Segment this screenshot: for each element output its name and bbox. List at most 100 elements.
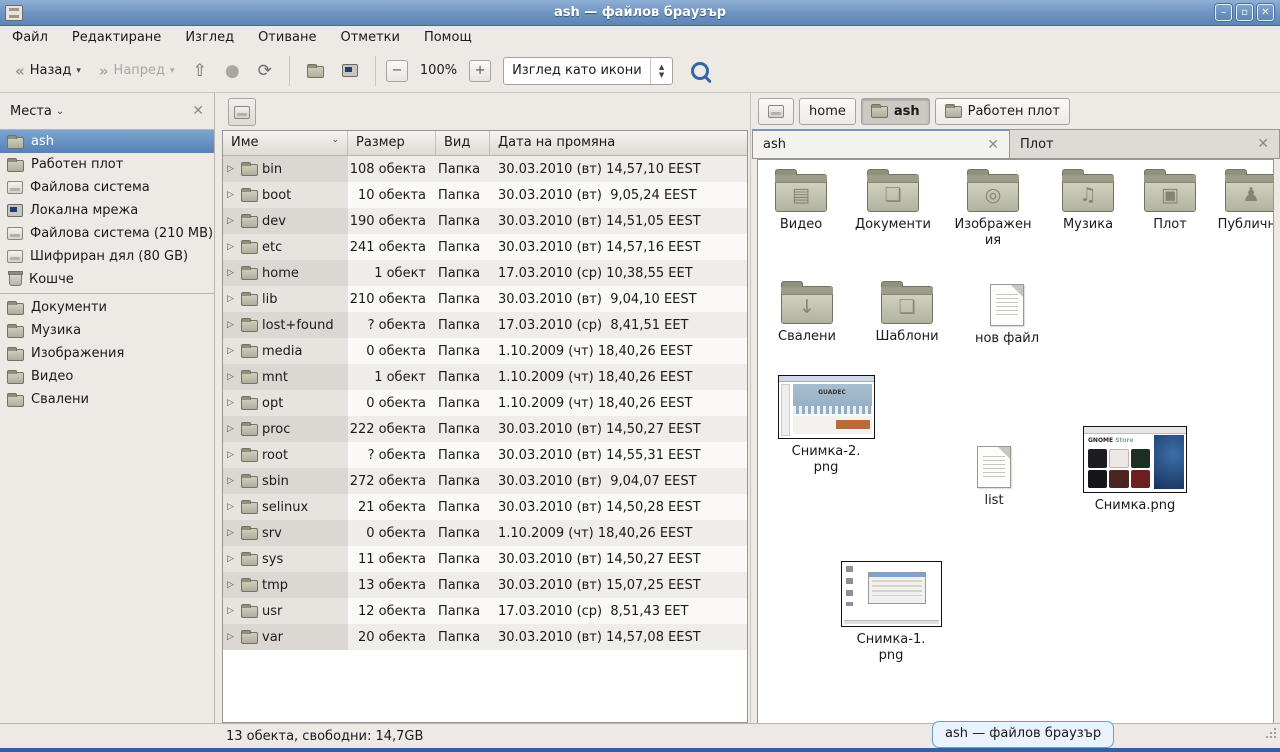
expander-icon[interactable]: ▷ [227, 372, 237, 382]
zoom-in-button[interactable]: + [469, 60, 491, 82]
file-item[interactable]: ♫Музика [1048, 168, 1128, 233]
resize-grip[interactable] [1264, 728, 1276, 740]
breadcrumb-button[interactable]: Работен плот [935, 98, 1070, 125]
expander-icon[interactable]: ▷ [227, 424, 237, 434]
taskbar-window-label[interactable]: ash — файлов браузър [932, 721, 1114, 748]
sidebar-title-dropdown-icon[interactable]: ⌄ [56, 106, 64, 117]
table-row[interactable]: ▷opt0 обектаПапка1.10.2009 (чт) 18,40,26… [223, 390, 747, 416]
menu-item[interactable]: Отметки [340, 30, 399, 45]
zoom-out-button[interactable]: − [386, 60, 408, 82]
column-header-modified[interactable]: Дата на промяна [490, 131, 747, 155]
table-row[interactable]: ▷dev190 обектаПапка30.03.2010 (вт) 14,51… [223, 208, 747, 234]
table-row[interactable]: ▷srv0 обектаПапка1.10.2009 (чт) 18,40,26… [223, 520, 747, 546]
sidebar-item[interactable]: Работен плот [0, 153, 214, 176]
icon-view[interactable]: ▤Видео❏Документи◎Изображен ия♫Музика▣Пло… [757, 159, 1274, 723]
back-button[interactable]: « Назад ▾ [8, 57, 88, 85]
column-header-size[interactable]: Размер [348, 131, 436, 155]
column-header-type[interactable]: Вид [436, 131, 490, 155]
table-row[interactable]: ▷lib210 обектаПапка30.03.2010 (вт) 9,04,… [223, 286, 747, 312]
expander-icon[interactable]: ▷ [227, 606, 237, 616]
file-item[interactable]: ▤Видео [764, 168, 838, 233]
table-row[interactable]: ▷selinux21 обектаПапка30.03.2010 (вт) 14… [223, 494, 747, 520]
view-mode-select[interactable]: Изглед като икони ▲▼ [503, 57, 673, 85]
menu-item[interactable]: Файл [12, 30, 48, 45]
back-dropdown-icon[interactable]: ▾ [76, 66, 81, 76]
sidebar-title[interactable]: Места [10, 104, 52, 119]
file-item[interactable]: GNOME StoreСнимка.png [1070, 426, 1200, 514]
expander-icon[interactable]: ▷ [227, 320, 237, 330]
sidebar-item[interactable]: ash [0, 130, 214, 153]
table-row[interactable]: ▷var20 обектаПапка30.03.2010 (вт) 14,57,… [223, 624, 747, 650]
breadcrumb-button[interactable] [758, 98, 794, 125]
breadcrumb-button[interactable]: home [799, 98, 856, 125]
table-row[interactable]: ▷sbin272 обектаПапка30.03.2010 (вт) 9,04… [223, 468, 747, 494]
reload-button[interactable]: ⟳ [251, 56, 279, 86]
expander-icon[interactable]: ▷ [227, 502, 237, 512]
table-row[interactable]: ▷usr12 обектаПапка17.03.2010 (ср) 8,51,4… [223, 598, 747, 624]
expander-icon[interactable]: ▷ [227, 216, 237, 226]
table-row[interactable]: ▷root? обектаПапка30.03.2010 (вт) 14,55,… [223, 442, 747, 468]
sidebar-item[interactable]: Музика [0, 319, 214, 342]
menu-item[interactable]: Редактиране [72, 30, 161, 45]
menu-item[interactable]: Отиване [258, 30, 316, 45]
table-row[interactable]: ▷home1 обектПапка17.03.2010 (ср) 10,38,5… [223, 260, 747, 286]
expander-icon[interactable]: ▷ [227, 450, 237, 460]
breadcrumb-button[interactable]: ash [861, 98, 930, 125]
column-header-name[interactable]: Име ⌄ [223, 131, 348, 155]
table-row[interactable]: ▷etc241 обектаПапка30.03.2010 (вт) 14,57… [223, 234, 747, 260]
tab-ash[interactable]: ash✕ [752, 129, 1010, 158]
file-item[interactable]: нов файл [970, 280, 1044, 347]
expander-icon[interactable]: ▷ [227, 268, 237, 278]
table-row[interactable]: ▷proc222 обектаПапка30.03.2010 (вт) 14,5… [223, 416, 747, 442]
table-row[interactable]: ▷boot10 обектаПапка30.03.2010 (вт) 9,05,… [223, 182, 747, 208]
home-button[interactable] [300, 59, 331, 83]
up-button[interactable]: ⇧ [186, 56, 214, 86]
file-item[interactable]: ↓Свалени [770, 280, 844, 345]
sidebar-item[interactable]: Свалени [0, 388, 214, 411]
tree-root-button[interactable] [228, 98, 256, 126]
sidebar-item[interactable]: Видео [0, 365, 214, 388]
sidebar-close-icon[interactable]: ✕ [192, 103, 204, 119]
table-row[interactable]: ▷mnt1 обектПапка1.10.2009 (чт) 18,40,26 … [223, 364, 747, 390]
menu-item[interactable]: Помощ [424, 30, 472, 45]
expander-icon[interactable]: ▷ [227, 164, 237, 174]
expander-icon[interactable]: ▷ [227, 476, 237, 486]
stop-button[interactable]: ● [218, 56, 247, 86]
expander-icon[interactable]: ▷ [227, 190, 237, 200]
tab-Плот[interactable]: Плот✕ [1010, 129, 1280, 158]
expander-icon[interactable]: ▷ [227, 632, 237, 642]
expander-icon[interactable]: ▷ [227, 242, 237, 252]
file-item[interactable]: ❏Документи [848, 168, 938, 233]
file-item[interactable]: ❏Шаблони [870, 280, 944, 345]
file-item[interactable]: ♟Публични [1212, 168, 1274, 233]
table-row[interactable]: ▷lost+found? обектаПапка17.03.2010 (ср) … [223, 312, 747, 338]
sidebar-item[interactable]: Документи [0, 296, 214, 319]
sidebar-item[interactable]: Кошче [0, 268, 214, 291]
expander-icon[interactable]: ▷ [227, 554, 237, 564]
expander-icon[interactable]: ▷ [227, 398, 237, 408]
computer-button[interactable] [335, 59, 365, 82]
pane-splitter-left[interactable] [215, 93, 222, 723]
forward-button[interactable]: » Напред ▾ [92, 57, 182, 85]
expander-icon[interactable]: ▷ [227, 580, 237, 590]
file-item[interactable]: Снимка-1. png [830, 561, 952, 664]
table-row[interactable]: ▷tmp13 обектаПапка30.03.2010 (вт) 15,07,… [223, 572, 747, 598]
sidebar-item[interactable]: Изображения [0, 342, 214, 365]
sidebar-item[interactable]: Файлова система (210 MB) [0, 222, 214, 245]
table-row[interactable]: ▷media0 обектаПапка1.10.2009 (чт) 18,40,… [223, 338, 747, 364]
expander-icon[interactable]: ▷ [227, 528, 237, 538]
sidebar-item[interactable]: Шифриран дял (80 GB) [0, 245, 214, 268]
tab-close-icon[interactable]: ✕ [987, 137, 999, 153]
expander-icon[interactable]: ▷ [227, 346, 237, 356]
table-row[interactable]: ▷sys11 обектаПапка30.03.2010 (вт) 14,50,… [223, 546, 747, 572]
file-item[interactable]: Снимка-2. png [770, 375, 882, 476]
expander-icon[interactable]: ▷ [227, 294, 237, 304]
sidebar-item[interactable]: Файлова система [0, 176, 214, 199]
sidebar-item[interactable]: Локална мрежа [0, 199, 214, 222]
file-item[interactable]: list [956, 442, 1032, 509]
table-row[interactable]: ▷bin108 обектаПапка30.03.2010 (вт) 14,57… [223, 156, 747, 182]
tab-close-icon[interactable]: ✕ [1257, 136, 1269, 152]
file-item[interactable]: ▣Плот [1138, 168, 1202, 233]
menu-item[interactable]: Изглед [185, 30, 234, 45]
search-icon[interactable] [691, 62, 709, 80]
